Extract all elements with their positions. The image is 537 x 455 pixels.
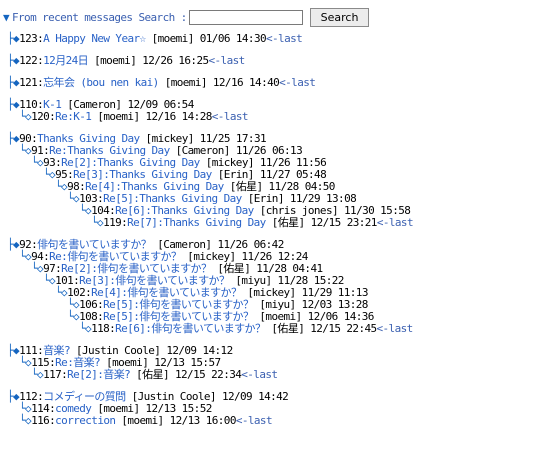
message-subject-link[interactable]: A Happy New Year☆ [43, 32, 146, 45]
last-marker: <-last [235, 414, 273, 427]
search-button[interactable]: Search [309, 7, 370, 27]
thread-block: ├◆110:K-1 [Cameron] 12/09 06:54 └◇120:Re:… [3, 98, 537, 123]
message-meta: [moemi] 12/16 14:40 [158, 76, 280, 89]
message-row: ├◆110:K-1 [Cameron] 12/09 06:54 [3, 98, 537, 111]
last-marker: <-last [211, 110, 249, 123]
message-subject-link[interactable]: Re[7]:Thanks Giving Day [127, 216, 266, 229]
message-row: ├◆90:Thanks Giving Day [mickey] 11/25 17… [3, 132, 537, 145]
message-row: └◇104:Re[6]:Thanks Giving Day [chris jon… [3, 204, 537, 217]
message-meta: [moemi] 12/26 16:25 [88, 54, 209, 67]
message-row: ├◆123:A Happy New Year☆ [moemi] 01/06 14… [3, 32, 537, 45]
message-meta: [moemi] 01/06 14:30 [145, 32, 267, 45]
message-row: └◇94:Re:俳句を書いていますか？ [mickey] 11/26 12:24 [3, 250, 537, 263]
message-subject-link[interactable]: Re[2]:音楽? [67, 368, 131, 381]
message-number: 116: [31, 414, 56, 427]
thread-block: ├◆121:忘年会 (bou nen kai) [moemi] 12/16 14… [3, 76, 537, 89]
message-number: 119: [103, 216, 128, 229]
message-row: └◇101:Re[3]:俳句を書いていますか？ [miyu] 11/28 15:… [3, 274, 537, 287]
message-row: ├◆92:俳句を書いていますか？ [Cameron] 11/26 06:42 [3, 238, 537, 251]
message-row: └◇91:Re:Thanks Giving Day [Cameron] 11/2… [3, 144, 537, 157]
thread-block: ├◆123:A Happy New Year☆ [moemi] 01/06 14… [3, 32, 537, 45]
message-row: └◇102:Re[4]:俳句を書いていますか？ [mickey] 11/29 1… [3, 286, 537, 299]
message-row: └◇103:Re[5]:Thanks Giving Day [Erin] 11/… [3, 192, 537, 205]
message-subject-link[interactable]: correction [55, 414, 116, 427]
message-number: 121: [19, 76, 44, 89]
message-number: 122: [19, 54, 44, 67]
thread-block: ├◆112:コメディーの質問 [Justin Coole] 12/09 14:4… [3, 390, 537, 427]
last-marker: <-last [376, 322, 414, 335]
message-row: └◇98:Re[4]:Thanks Giving Day [佑星] 11/28 … [3, 180, 537, 193]
message-subject-link[interactable]: 12月24日 [43, 54, 88, 67]
expand-triangle-icon[interactable]: ▼ [3, 11, 12, 24]
message-subject-link[interactable]: 忘年会 (bou nen kai) [43, 76, 159, 89]
message-subject-link[interactable]: Re:K-1 [55, 110, 92, 123]
message-row: └◇120:Re:K-1 [moemi] 12/16 14:28<-last [3, 110, 537, 123]
message-number: 120: [31, 110, 56, 123]
message-row: └◇117:Re[2]:音楽? [佑星] 12/15 22:34<-last [3, 368, 537, 381]
message-row: └◇93:Re[2]:Thanks Giving Day [mickey] 11… [3, 156, 537, 169]
last-marker: <-last [208, 54, 246, 67]
search-bar: ▼ From recent messages Search : Search [3, 6, 537, 28]
message-row: ├◆112:コメディーの質問 [Justin Coole] 12/09 14:4… [3, 390, 537, 403]
last-marker: <-last [376, 216, 414, 229]
recent-messages-label: From recent messages Search : [12, 10, 187, 24]
search-input[interactable] [188, 9, 303, 25]
message-row: └◇97:Re[2]:俳句を書いていますか？ [佑星] 11/28 04:41 [3, 262, 537, 275]
message-row: └◇115:Re:音楽? [moemi] 12/13 15:57 [3, 356, 537, 369]
message-row: ├◆122:12月24日 [moemi] 12/26 16:25<-last [3, 54, 537, 67]
message-row: └◇119:Re[7]:Thanks Giving Day [佑星] 12/15… [3, 216, 537, 229]
message-meta: [moemi] 12/16 14:28 [91, 110, 212, 123]
message-meta: [佑星] 12/15 22:34 [130, 368, 242, 381]
thread-tree-page: ▼ From recent messages Search : Search ├… [0, 0, 537, 427]
message-number: 117: [43, 368, 68, 381]
message-number: 118: [91, 322, 116, 335]
thread-list: ├◆123:A Happy New Year☆ [moemi] 01/06 14… [3, 32, 537, 427]
message-row: └◇114:comedy [moemi] 12/13 15:52 [3, 402, 537, 415]
thread-block: ├◆111:音楽? [Justin Coole] 12/09 14:12 └◇11… [3, 344, 537, 381]
message-meta: [moemi] 12/13 16:00 [115, 414, 236, 427]
message-meta: [佑星] 12/15 22:45 [265, 322, 377, 335]
thread-block: ├◆92:俳句を書いていますか？ [Cameron] 11/26 06:42 └◇… [3, 238, 537, 335]
last-marker: <-last [241, 368, 278, 381]
message-row: └◇108:Re[5]:俳句を書いていますか？ [moemi] 12/06 14… [3, 310, 537, 323]
message-row: └◇116:correction [moemi] 12/13 16:00<-la… [3, 414, 537, 427]
message-row: ├◆121:忘年会 (bou nen kai) [moemi] 12/16 14… [3, 76, 537, 89]
message-row: ├◆111:音楽? [Justin Coole] 12/09 14:12 [3, 344, 537, 357]
message-number: 123: [19, 32, 44, 45]
message-row: └◇95:Re[3]:Thanks Giving Day [Erin] 11/2… [3, 168, 537, 181]
last-marker: <-last [279, 76, 316, 89]
message-row: └◇106:Re[5]:俳句を書いていますか？ [miyu] 12/03 13:… [3, 298, 537, 311]
message-subject-link[interactable]: Re[6]:俳句を書いていますか？ [115, 322, 266, 335]
thread-block: ├◆90:Thanks Giving Day [mickey] 11/25 17… [3, 132, 537, 229]
last-marker: <-last [266, 32, 303, 45]
message-row: └◇118:Re[6]:俳句を書いていますか？ [佑星] 12/15 22:45… [3, 322, 537, 335]
message-meta: [佑星] 12/15 23:21 [265, 216, 378, 229]
thread-block: ├◆122:12月24日 [moemi] 12/26 16:25<-last [3, 54, 537, 67]
